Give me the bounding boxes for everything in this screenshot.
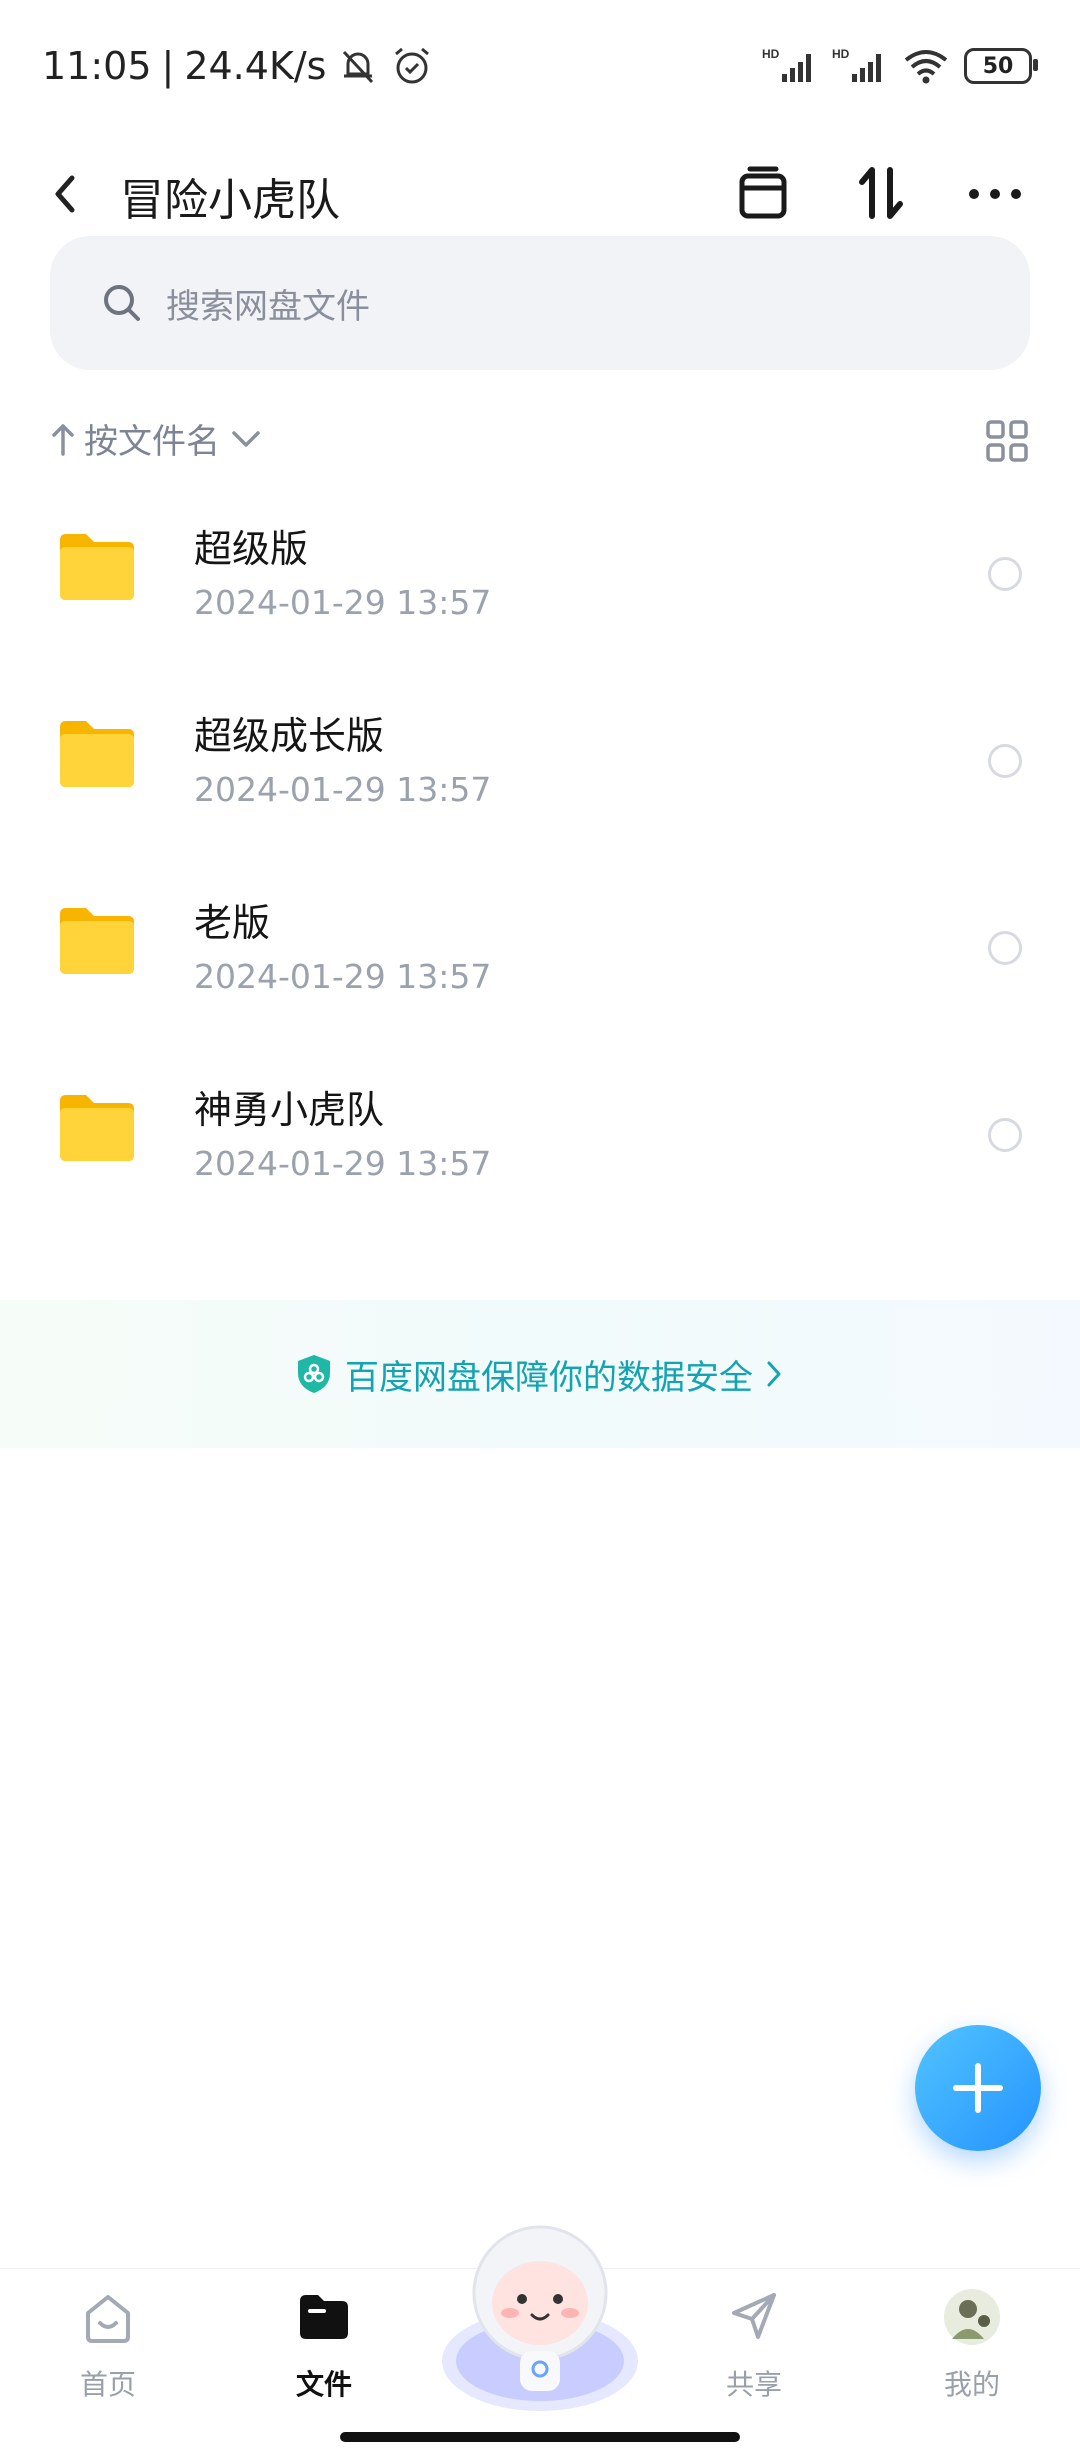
svg-text:HD: HD	[832, 47, 850, 61]
file-name: 超级成长版	[194, 714, 385, 758]
shield-icon	[298, 1355, 330, 1393]
nav-label-files: 文件	[295, 2368, 352, 2401]
nav-label-me: 我的	[943, 2368, 1000, 2401]
svg-text:HD: HD	[762, 47, 780, 61]
nav-label-share: 共享	[725, 2368, 782, 2401]
archive-icon[interactable]	[728, 158, 798, 228]
security-banner[interactable]: 百度网盘保障你的数据安全	[0, 1300, 1080, 1448]
signal-icon: HD	[762, 47, 811, 82]
folder-icon	[300, 2295, 348, 2339]
nav-label-home: 首页	[79, 2368, 136, 2401]
home-indicator[interactable]	[340, 2432, 740, 2442]
list-item[interactable]: 超级版 2024-01-29 13:57	[0, 480, 1080, 667]
file-date: 2024-01-29 13:57	[194, 957, 492, 996]
nav-item-files[interactable]: 文件	[254, 2287, 394, 2403]
mascot-icon[interactable]	[438, 2211, 642, 2421]
folder-icon	[60, 534, 134, 600]
select-radio[interactable]	[988, 931, 1022, 965]
nav-item-home[interactable]: 首页	[38, 2287, 178, 2403]
add-button[interactable]	[915, 2025, 1041, 2151]
avatar-icon	[944, 2289, 1000, 2345]
file-date: 2024-01-29 13:57	[194, 583, 492, 622]
folder-icon	[60, 721, 134, 787]
mute-bell-icon	[343, 50, 374, 84]
more-icon[interactable]	[960, 158, 1030, 228]
file-name: 神勇小虎队	[194, 1088, 385, 1132]
status-bar: 11:05 | 24.4K/s HD HD 50	[0, 0, 1080, 130]
search-placeholder: 搜索网盘文件	[166, 286, 370, 327]
nav-item-me[interactable]: 我的	[902, 2287, 1042, 2403]
wifi-icon	[904, 50, 948, 84]
sort-row: 按文件名	[50, 414, 1030, 474]
battery-level: 50	[982, 53, 1014, 79]
nav-item-share[interactable]: 共享	[684, 2287, 824, 2403]
sort-by-name-button[interactable]: 按文件名	[50, 414, 264, 463]
list-item[interactable]: 老版 2024-01-29 13:57	[0, 854, 1080, 1041]
chevron-down-icon	[232, 430, 260, 447]
alarm-icon	[395, 47, 430, 84]
file-list: 超级版 2024-01-29 13:57 超级成长版 2024-01-29 13…	[0, 480, 1080, 1228]
select-radio[interactable]	[988, 744, 1022, 778]
file-date: 2024-01-29 13:57	[194, 1144, 492, 1183]
list-item[interactable]: 超级成长版 2024-01-29 13:57	[0, 667, 1080, 854]
chevron-right-icon	[767, 1361, 781, 1387]
search-input[interactable]: 搜索网盘文件	[50, 236, 1030, 370]
plus-icon	[953, 2063, 1003, 2113]
sort-icon[interactable]	[846, 158, 916, 228]
back-icon[interactable]	[40, 164, 90, 224]
status-left: 11:05 | 24.4K/s	[42, 44, 434, 88]
status-right: HD HD 50	[762, 46, 1038, 86]
file-date: 2024-01-29 13:57	[194, 770, 492, 809]
sort-label: 按文件名	[84, 422, 220, 462]
share-icon	[732, 2293, 776, 2339]
grid-view-icon[interactable]	[984, 418, 1030, 464]
home-icon	[86, 2295, 130, 2343]
banner-text: 百度网盘保障你的数据安全	[345, 1357, 753, 1398]
folder-icon	[60, 1095, 134, 1161]
file-name: 超级版	[194, 527, 309, 571]
list-item[interactable]: 神勇小虎队 2024-01-29 13:57	[0, 1041, 1080, 1228]
select-radio[interactable]	[988, 557, 1022, 591]
status-time: 11:05	[42, 44, 152, 88]
file-name: 老版	[194, 901, 271, 945]
search-icon	[104, 285, 140, 321]
status-divider: |	[161, 44, 175, 88]
signal-icon-2: HD	[832, 47, 881, 82]
status-speed: 24.4K/s	[184, 44, 327, 88]
battery-indicator: 50	[964, 48, 1038, 84]
folder-icon	[60, 908, 134, 974]
select-radio[interactable]	[988, 1118, 1022, 1152]
page-title: 冒险小虎队	[120, 175, 340, 226]
arrow-up-icon	[52, 423, 74, 456]
